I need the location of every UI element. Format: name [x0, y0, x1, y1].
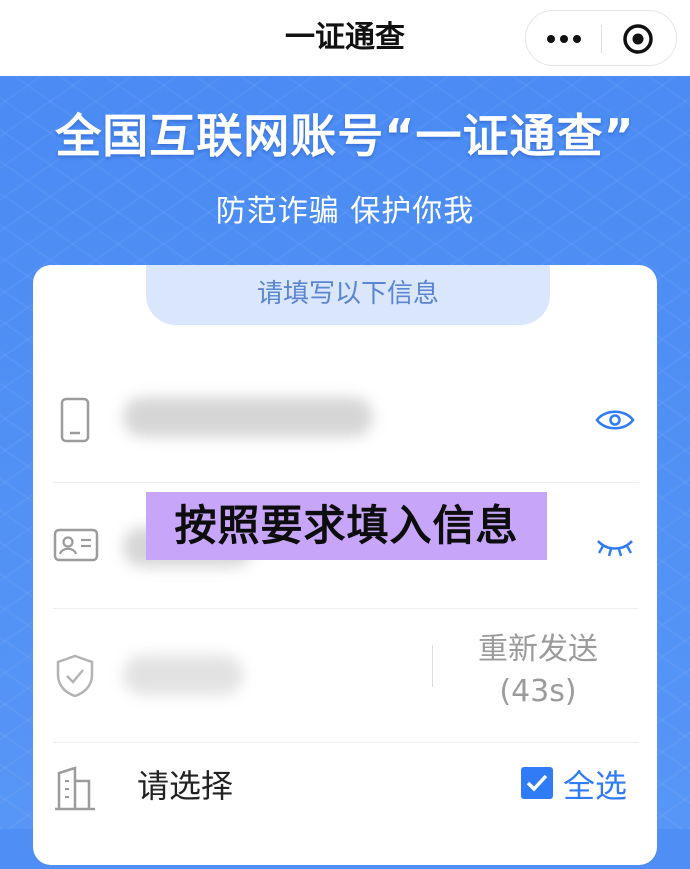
phone-value-redacted[interactable]	[123, 397, 373, 437]
phone-field-row[interactable]	[53, 357, 639, 483]
form-header-tab: 请填写以下信息	[146, 265, 550, 325]
code-field-row[interactable]: 重新发送 (43s)	[53, 609, 639, 743]
resend-divider	[432, 645, 433, 687]
checkmark-icon	[526, 774, 548, 792]
eye-closed-icon[interactable]	[595, 533, 635, 559]
select-all-label[interactable]: 全选	[563, 761, 627, 807]
phone-icon	[60, 397, 90, 443]
overlay-caption: 按照要求填入信息	[146, 492, 547, 560]
capsule-divider	[601, 25, 602, 53]
hero-subtitle: 防范诈骗 保护你我	[215, 194, 475, 229]
select-row[interactable]: 请选择 全选	[53, 743, 639, 869]
miniprogram-capsule	[525, 10, 677, 66]
shield-check-icon	[56, 654, 94, 698]
select-all-checkbox[interactable]	[521, 767, 553, 799]
more-dots-icon[interactable]	[544, 28, 584, 50]
resend-code-button[interactable]: 重新发送 (43s)	[453, 629, 623, 713]
target-close-icon[interactable]	[622, 23, 654, 55]
form-card: 请填写以下信息 重新发送 (43s) 请选择 全选	[33, 265, 657, 865]
form-header: 请填写以下信息	[256, 279, 439, 309]
resend-label: 重新发送	[478, 632, 598, 667]
resend-countdown: (43s)	[499, 674, 577, 709]
eye-open-icon[interactable]	[595, 407, 635, 433]
code-value-redacted[interactable]	[123, 655, 243, 695]
top-navbar: 一证通查	[0, 0, 690, 76]
hero-title: 全国互联网账号“一证通查”	[55, 109, 635, 163]
building-icon	[55, 766, 95, 811]
select-label[interactable]: 请选择	[137, 761, 233, 807]
id-card-icon	[53, 528, 99, 562]
